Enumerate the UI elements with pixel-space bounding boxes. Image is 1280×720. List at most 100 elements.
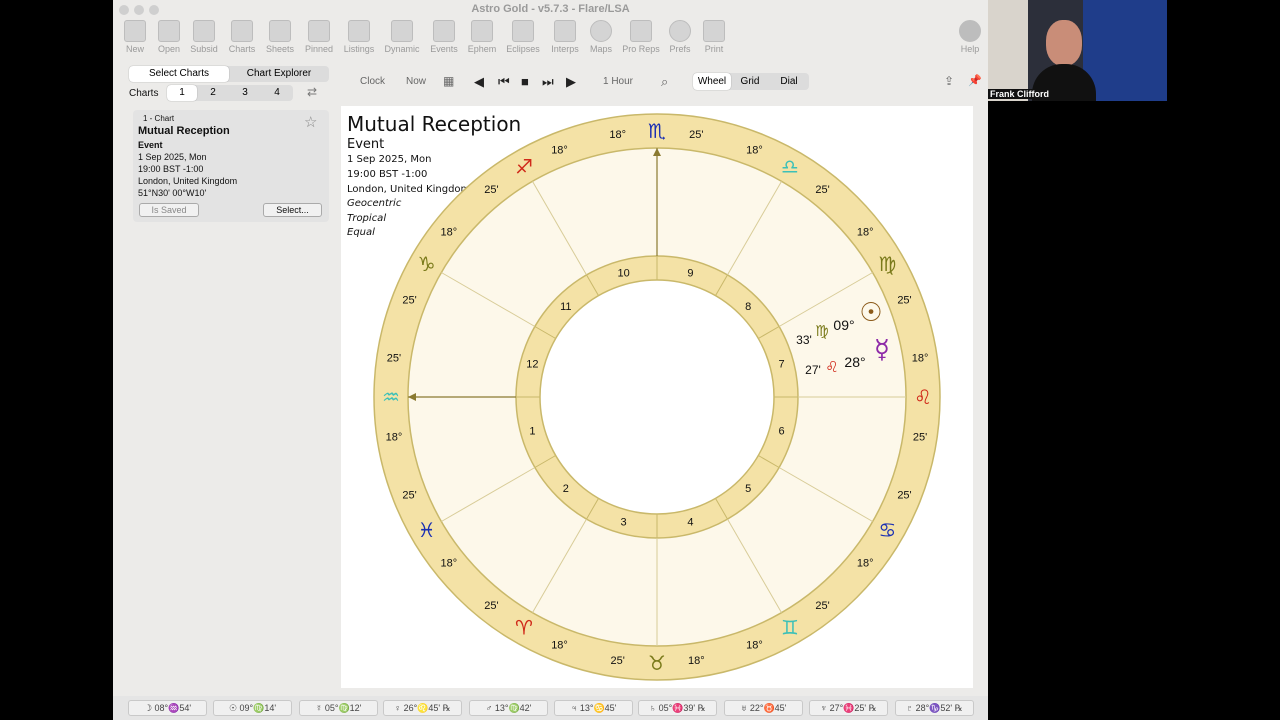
app-window: Astro Gold - v5.7.3 - Flare/LSA New Open… [113,0,988,720]
eclipses-button[interactable]: Eclipses [504,20,542,54]
cusp-minute-label: 25' [387,353,401,365]
cusp-degree-label: 25' [402,295,416,307]
star-icon[interactable]: ☆ [304,113,317,131]
chart-card[interactable]: 1 - Chart Mutual Reception Event 1 Sep 2… [133,110,329,222]
card-number: 1 - Chart [143,114,175,123]
status-pill[interactable]: ♀ 26°♌45' ℞ [383,700,462,716]
cusp-minute-label: 25' [913,431,927,443]
ephem-button[interactable]: Ephem [463,20,501,54]
help-button[interactable]: Help [951,20,988,54]
events-icon [433,20,455,42]
open-button[interactable]: Open [150,20,188,54]
shuffle-icon[interactable]: ⇄ [307,85,317,99]
dynamic-icon [391,20,413,42]
zodiac-sign-glyph: ♉ [648,651,666,675]
tab-wheel[interactable]: Wheel [693,73,731,90]
chart-tab-4[interactable]: 4 [261,85,293,101]
status-pill[interactable]: ☿ 05°♍12' [299,700,378,716]
zodiac-sign-glyph: ♊ [781,615,799,639]
pin-icon [308,20,330,42]
now-button[interactable]: Now [406,76,426,87]
tab-chart-explorer[interactable]: Chart Explorer [229,66,329,82]
mercury-sign-glyph: ♌ [825,358,838,376]
subsid-button[interactable]: Subsid [185,20,223,54]
sheets-icon [269,20,291,42]
zodiac-sign-glyph: ♓ [418,518,436,542]
cusp-minute-label: 25' [815,184,829,196]
pin-icon[interactable]: 📌 [968,74,982,87]
charts-icon [231,20,253,42]
status-pill[interactable]: ♃ 13°♋45' [554,700,633,716]
status-pill[interactable]: ♆ 27°♓25' ℞ [809,700,888,716]
zodiac-sign-glyph: ♑ [418,252,436,276]
card-date: 1 Sep 2025, Mon [138,152,207,162]
eclipses-icon [512,20,534,42]
sidebar-tabs: Select Charts Chart Explorer [129,66,329,82]
chart-tab-2[interactable]: 2 [197,85,229,101]
card-coords: 51°N30' 00°W10' [138,188,207,198]
house-number: 10 [617,267,629,279]
status-pill[interactable]: ♂ 13°♍42' [469,700,548,716]
status-pill[interactable]: ☽ 08°♒54' [128,700,207,716]
interps-button[interactable]: Interps [546,20,584,54]
cusp-minute-label: 18° [746,639,763,651]
toolbar: New Open Subsid Charts Sheets Pinned Lis… [113,18,988,60]
play-icon[interactable]: ▶ [566,74,576,90]
select-button[interactable]: Select... [263,203,322,217]
chart-number-tabs: 1 2 3 4 [167,85,293,101]
status-pill[interactable]: ♄ 05°♓39' ℞ [638,700,717,716]
tab-grid[interactable]: Grid [731,73,769,90]
person-face [1046,20,1082,66]
pro-reps-button[interactable]: Pro Reps [622,20,660,54]
zodiac-sign-glyph: ♒ [382,385,400,409]
events-button[interactable]: Events [425,20,463,54]
sidebar: Select Charts Chart Explorer Charts 1 2 … [127,60,337,690]
step-size-select[interactable]: 1 Hour [603,76,633,87]
sun-sign-glyph: ♍ [815,322,828,340]
video-participant-label: Frank Clifford [988,89,1052,99]
printer-icon [703,20,725,42]
zodiac-sign-glyph: ♏ [648,119,666,143]
pinned-button[interactable]: Pinned [300,20,338,54]
globe-icon [590,20,612,42]
step-back-icon[interactable]: ⏮ [498,74,510,90]
cusp-minute-label: 18° [857,558,874,570]
print-button[interactable]: Print [695,20,733,54]
dynamic-button[interactable]: Dynamic [383,20,421,54]
cusp-minute-label: 25' [611,655,625,667]
new-button[interactable]: New [116,20,154,54]
calendar-icon[interactable]: ▦ [443,74,454,88]
clock-button[interactable]: Clock [360,76,385,87]
status-pill[interactable]: ♅ 22°♉45' [724,700,803,716]
card-type: Event [138,140,163,150]
tab-select-charts[interactable]: Select Charts [129,66,229,82]
listings-button[interactable]: Listings [340,20,378,54]
chart-center [539,279,775,515]
rewind-icon[interactable]: ◀ [474,74,484,90]
chart-tab-1[interactable]: 1 [167,85,197,101]
is-saved-button: Is Saved [139,203,199,217]
charts-button[interactable]: Charts [223,20,261,54]
step-forward-icon[interactable]: ⏭ [542,74,554,90]
status-pill[interactable]: ♇ 28°♑52' ℞ [895,700,974,716]
sun-degree: 09° [833,317,854,333]
house-number: 9 [687,267,693,279]
sheets-button[interactable]: Sheets [261,20,299,54]
search-icon[interactable]: ⌕ [661,74,668,90]
status-pill[interactable]: ☉ 09°♍14' [213,700,292,716]
open-icon [158,20,180,42]
share-icon[interactable]: ⇪ [944,74,954,88]
cusp-minute-label: 25' [897,295,911,307]
sun-minute: 33' [796,333,812,347]
cusp-minute-label: 18° [551,145,568,157]
stop-icon[interactable]: ■ [521,74,529,89]
prefs-button[interactable]: Prefs [661,20,699,54]
cusp-degree-label: 18° [551,639,568,651]
cusp-degree-label: 18° [746,145,763,157]
chart-wheel[interactable]: 123 456789101112♏18° 25'♎18°25'♍18°25'♌18°… [341,106,973,688]
zodiac-sign-glyph: ♎ [781,155,799,179]
tab-dial[interactable]: Dial [769,73,809,90]
maps-button[interactable]: Maps [582,20,620,54]
house-number: 1 [529,425,535,437]
chart-tab-3[interactable]: 3 [229,85,261,101]
